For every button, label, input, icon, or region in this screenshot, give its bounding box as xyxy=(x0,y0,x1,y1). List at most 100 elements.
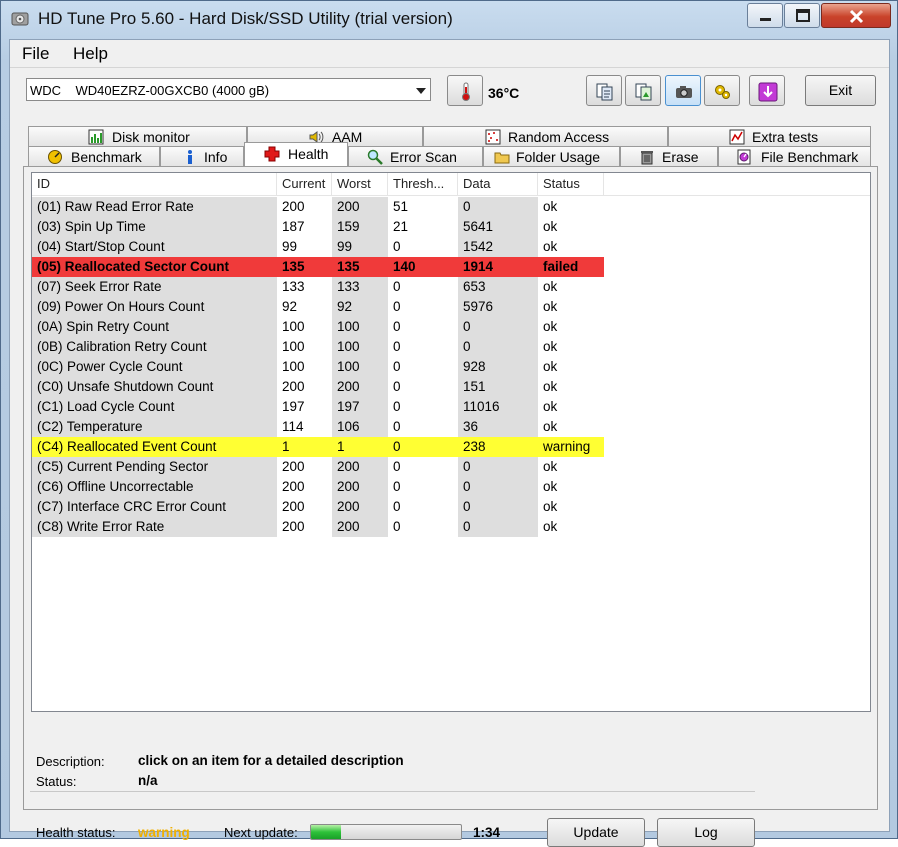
cell-worst: 200 xyxy=(332,477,388,497)
minimize-icon xyxy=(760,18,771,21)
cell-id: (C2) Temperature xyxy=(32,417,277,437)
table-row[interactable]: (05) Reallocated Sector Count 135 135 140 19… xyxy=(32,257,870,277)
exit-button[interactable]: Exit xyxy=(805,75,876,106)
log-button[interactable]: Log xyxy=(657,818,755,847)
table-row[interactable]: (C5) Current Pending Sector 200 200 0 0 ok xyxy=(32,457,870,477)
column-header-id[interactable]: ID xyxy=(32,173,277,195)
drive-select[interactable]: WDC WD40EZRZ-00GXCB0 (4000 gB) xyxy=(26,78,431,101)
cell-current: 200 xyxy=(282,519,305,534)
cell-status: ok xyxy=(543,199,558,214)
cell-id: (0B) Calibration Retry Count xyxy=(32,337,277,357)
minimize-button[interactable] xyxy=(747,3,783,28)
column-header-worst[interactable]: Worst xyxy=(332,173,388,195)
close-icon xyxy=(849,9,864,24)
magnifier-icon xyxy=(367,149,383,165)
folder-icon xyxy=(494,152,510,164)
column-header-status[interactable]: Status xyxy=(538,173,604,195)
chevron-down-icon xyxy=(416,88,426,94)
cell-current: 200 xyxy=(282,379,305,394)
cell-worst: 1 xyxy=(332,437,388,457)
table-row[interactable]: (07) Seek Error Rate 133 133 0 653 ok xyxy=(32,277,870,297)
cell-id: (0A) Spin Retry Count xyxy=(32,317,277,337)
tab-health[interactable]: Health xyxy=(244,142,348,166)
cell-thresh: 0 xyxy=(393,479,401,494)
copy-image-button[interactable] xyxy=(625,75,661,106)
column-header-data[interactable]: Data xyxy=(458,173,538,195)
drive-select-value: WDC WD40EZRZ-00GXCB0 (4000 gB) xyxy=(30,83,270,98)
cell-id: (C8) Write Error Rate xyxy=(32,517,277,537)
cell-worst: 106 xyxy=(332,417,388,437)
cell-thresh: 0 xyxy=(393,499,401,514)
table-row[interactable]: (03) Spin Up Time 187 159 21 5641 ok xyxy=(32,217,870,237)
menu-file[interactable]: File xyxy=(22,44,49,64)
title-bar[interactable]: HD Tune Pro 5.60 - Hard Disk/SSD Utility… xyxy=(1,1,897,39)
cell-status: ok xyxy=(543,419,558,434)
cell-current: 187 xyxy=(282,219,305,234)
cell-status: ok xyxy=(543,319,558,334)
tab-random-access[interactable]: Random Access xyxy=(423,126,668,146)
column-header-current[interactable]: Current xyxy=(277,173,332,195)
cell-status: ok xyxy=(543,239,558,254)
cell-data: 0 xyxy=(458,497,538,517)
table-row[interactable]: (C1) Load Cycle Count 197 197 0 11016 ok xyxy=(32,397,870,417)
toolbar-divider xyxy=(10,67,889,68)
tab-info[interactable]: Info xyxy=(160,146,244,166)
tab-extra-tests[interactable]: Extra tests xyxy=(668,126,871,146)
table-row[interactable]: (04) Start/Stop Count 99 99 0 1542 ok xyxy=(32,237,870,257)
options-button[interactable] xyxy=(704,75,740,106)
table-row[interactable]: (C2) Temperature 114 106 0 36 ok xyxy=(32,417,870,437)
temperature-button[interactable] xyxy=(447,75,483,106)
table-row[interactable]: (09) Power On Hours Count 92 92 0 5976 ok xyxy=(32,297,870,317)
tab-label: Erase xyxy=(662,149,699,165)
copy-text-button[interactable] xyxy=(586,75,622,106)
cell-worst: 92 xyxy=(332,297,388,317)
table-row[interactable]: (C6) Offline Uncorrectable 200 200 0 0 ok xyxy=(32,477,870,497)
app-icon xyxy=(11,12,29,26)
smart-attributes-table[interactable]: ID Current Worst Thresh... Data Status (… xyxy=(31,172,871,712)
client-area: File Help WDC WD40EZRZ-00GXCB0 (4000 gB)… xyxy=(9,39,890,847)
health-panel: ID Current Worst Thresh... Data Status (… xyxy=(23,166,878,847)
temperature-readout: 36°C xyxy=(488,85,520,101)
cell-status: ok xyxy=(543,279,558,294)
cell-status: ok xyxy=(543,299,558,314)
tab-error-scan[interactable]: Error Scan xyxy=(348,146,483,166)
cell-current: 1 xyxy=(277,437,332,457)
table-row[interactable]: (0B) Calibration Retry Count 100 100 0 0 ok xyxy=(32,337,870,357)
cell-thresh: 0 xyxy=(393,459,401,474)
cell-id: (C6) Offline Uncorrectable xyxy=(32,477,277,497)
cell-thresh: 51 xyxy=(393,199,409,214)
table-row[interactable]: (01) Raw Read Error Rate 200 200 51 0 ok xyxy=(32,197,870,217)
screenshot-button[interactable] xyxy=(665,75,701,106)
close-button[interactable] xyxy=(821,3,891,28)
table-row[interactable]: (C7) Interface CRC Error Count 200 200 0 0 ok xyxy=(32,497,870,517)
cell-thresh: 0 xyxy=(393,239,401,254)
cell-data: 5641 xyxy=(458,217,538,237)
maximize-button[interactable] xyxy=(784,3,820,28)
menu-bar: File Help xyxy=(10,40,889,65)
cell-current: 200 xyxy=(282,199,305,214)
table-row[interactable]: (0C) Power Cycle Count 100 100 0 928 ok xyxy=(32,357,870,377)
random-access-icon xyxy=(485,129,501,145)
table-row[interactable]: (C4) Reallocated Event Count 1 1 0 238 warnin… xyxy=(32,437,870,457)
table-row[interactable]: (C8) Write Error Rate 200 200 0 0 ok xyxy=(32,517,870,537)
next-update-progress xyxy=(310,824,462,840)
cell-status: ok xyxy=(543,499,558,514)
tab-folder-usage[interactable]: Folder Usage xyxy=(483,146,620,166)
tab-file-benchmark[interactable]: File Benchmark xyxy=(718,146,871,166)
cell-worst: 200 xyxy=(332,377,388,397)
tab-disk-monitor[interactable]: Disk monitor xyxy=(28,126,247,146)
update-button[interactable]: Update xyxy=(547,818,645,847)
table-row[interactable]: (C0) Unsafe Shutdown Count 200 200 0 151 ok xyxy=(32,377,870,397)
table-row[interactable]: (0A) Spin Retry Count 100 100 0 0 ok xyxy=(32,317,870,337)
cell-id: (05) Reallocated Sector Count xyxy=(32,257,277,277)
column-header-threshold[interactable]: Thresh... xyxy=(388,173,458,195)
cell-current: 197 xyxy=(282,399,305,414)
tab-label: Info xyxy=(204,149,228,165)
maximize-icon xyxy=(796,9,810,22)
tab-erase[interactable]: Erase xyxy=(620,146,718,166)
file-benchmark-icon xyxy=(737,149,751,165)
menu-help[interactable]: Help xyxy=(73,44,108,64)
tab-benchmark[interactable]: Benchmark xyxy=(28,146,160,166)
save-button[interactable] xyxy=(749,75,785,106)
health-status-value: warning xyxy=(138,825,190,840)
